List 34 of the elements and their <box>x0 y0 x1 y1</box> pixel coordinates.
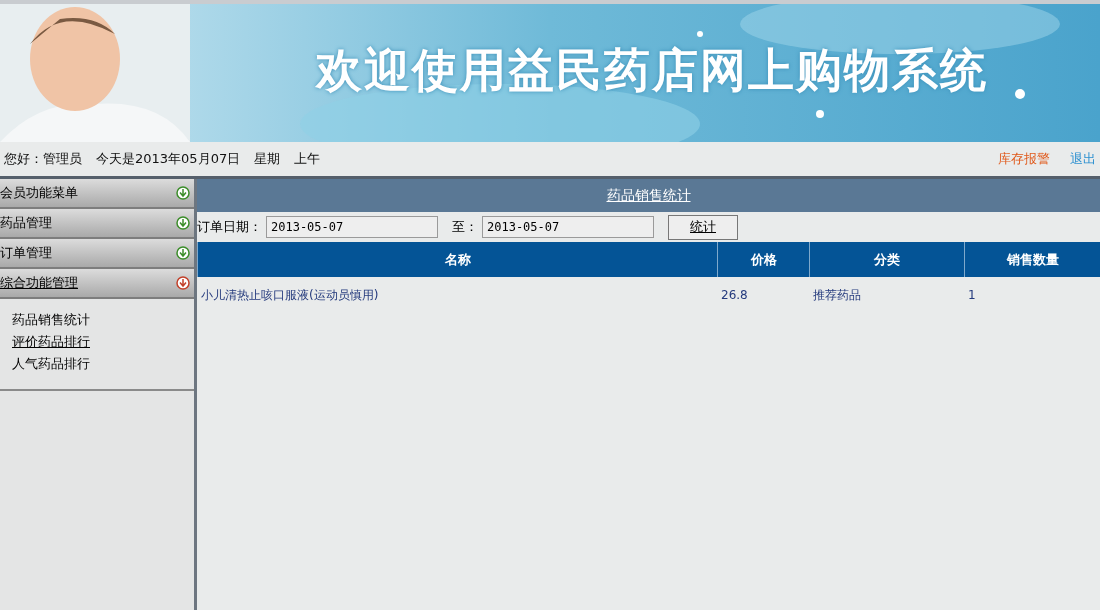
column-header: 价格 <box>717 242 809 277</box>
banner-title: 欢迎使用益民药店网上购物系统 <box>316 42 988 99</box>
column-header: 分类 <box>809 242 964 277</box>
submenu-item[interactable]: 人气药品排行 <box>12 355 182 373</box>
date-text: 今天是2013年05月07日 <box>96 150 241 168</box>
table-cell-text: 推荐药品 <box>812 286 862 304</box>
submenu-item[interactable]: 评价药品排行 <box>12 333 182 351</box>
table-cell-text: 小儿清热止咳口服液(运动员慎用) <box>200 286 380 304</box>
down-arrow-icon <box>176 246 190 260</box>
table-cell-text: 1 <box>967 287 977 304</box>
menu-header[interactable]: 会员功能菜单 <box>0 179 194 209</box>
down-arrow-icon <box>176 186 190 200</box>
menu-label: 综合功能管理 <box>0 274 78 292</box>
menu-header[interactable]: 药品管理 <box>0 209 194 239</box>
menu-label: 订单管理 <box>0 244 52 262</box>
down-arrow-icon <box>176 276 190 290</box>
submenu-item[interactable]: 药品销售统计 <box>12 311 182 329</box>
menu-header[interactable]: 综合功能管理 <box>0 269 194 299</box>
menu-header[interactable]: 订单管理 <box>0 239 194 269</box>
greeting: 您好：管理员 <box>4 150 82 168</box>
down-arrow-icon <box>176 216 190 230</box>
weekday-text: 星期 <box>254 150 281 168</box>
panel-title-link[interactable]: 药品销售统计 <box>606 186 691 205</box>
table-cell-text: 26.8 <box>720 287 749 304</box>
from-date-field[interactable]: 2013-05-07 <box>266 216 438 238</box>
to-date-field[interactable]: 2013-05-07 <box>482 216 654 238</box>
statistics-button[interactable]: 统计 <box>668 214 738 240</box>
menu-label: 会员功能菜单 <box>0 184 78 202</box>
column-header: 名称 <box>197 242 717 277</box>
period-text: 上午 <box>294 150 321 168</box>
date-label: 订单日期： <box>197 218 262 236</box>
menu-label: 药品管理 <box>0 214 52 232</box>
to-label: 至： <box>452 218 478 236</box>
column-header: 销售数量 <box>964 242 1100 277</box>
